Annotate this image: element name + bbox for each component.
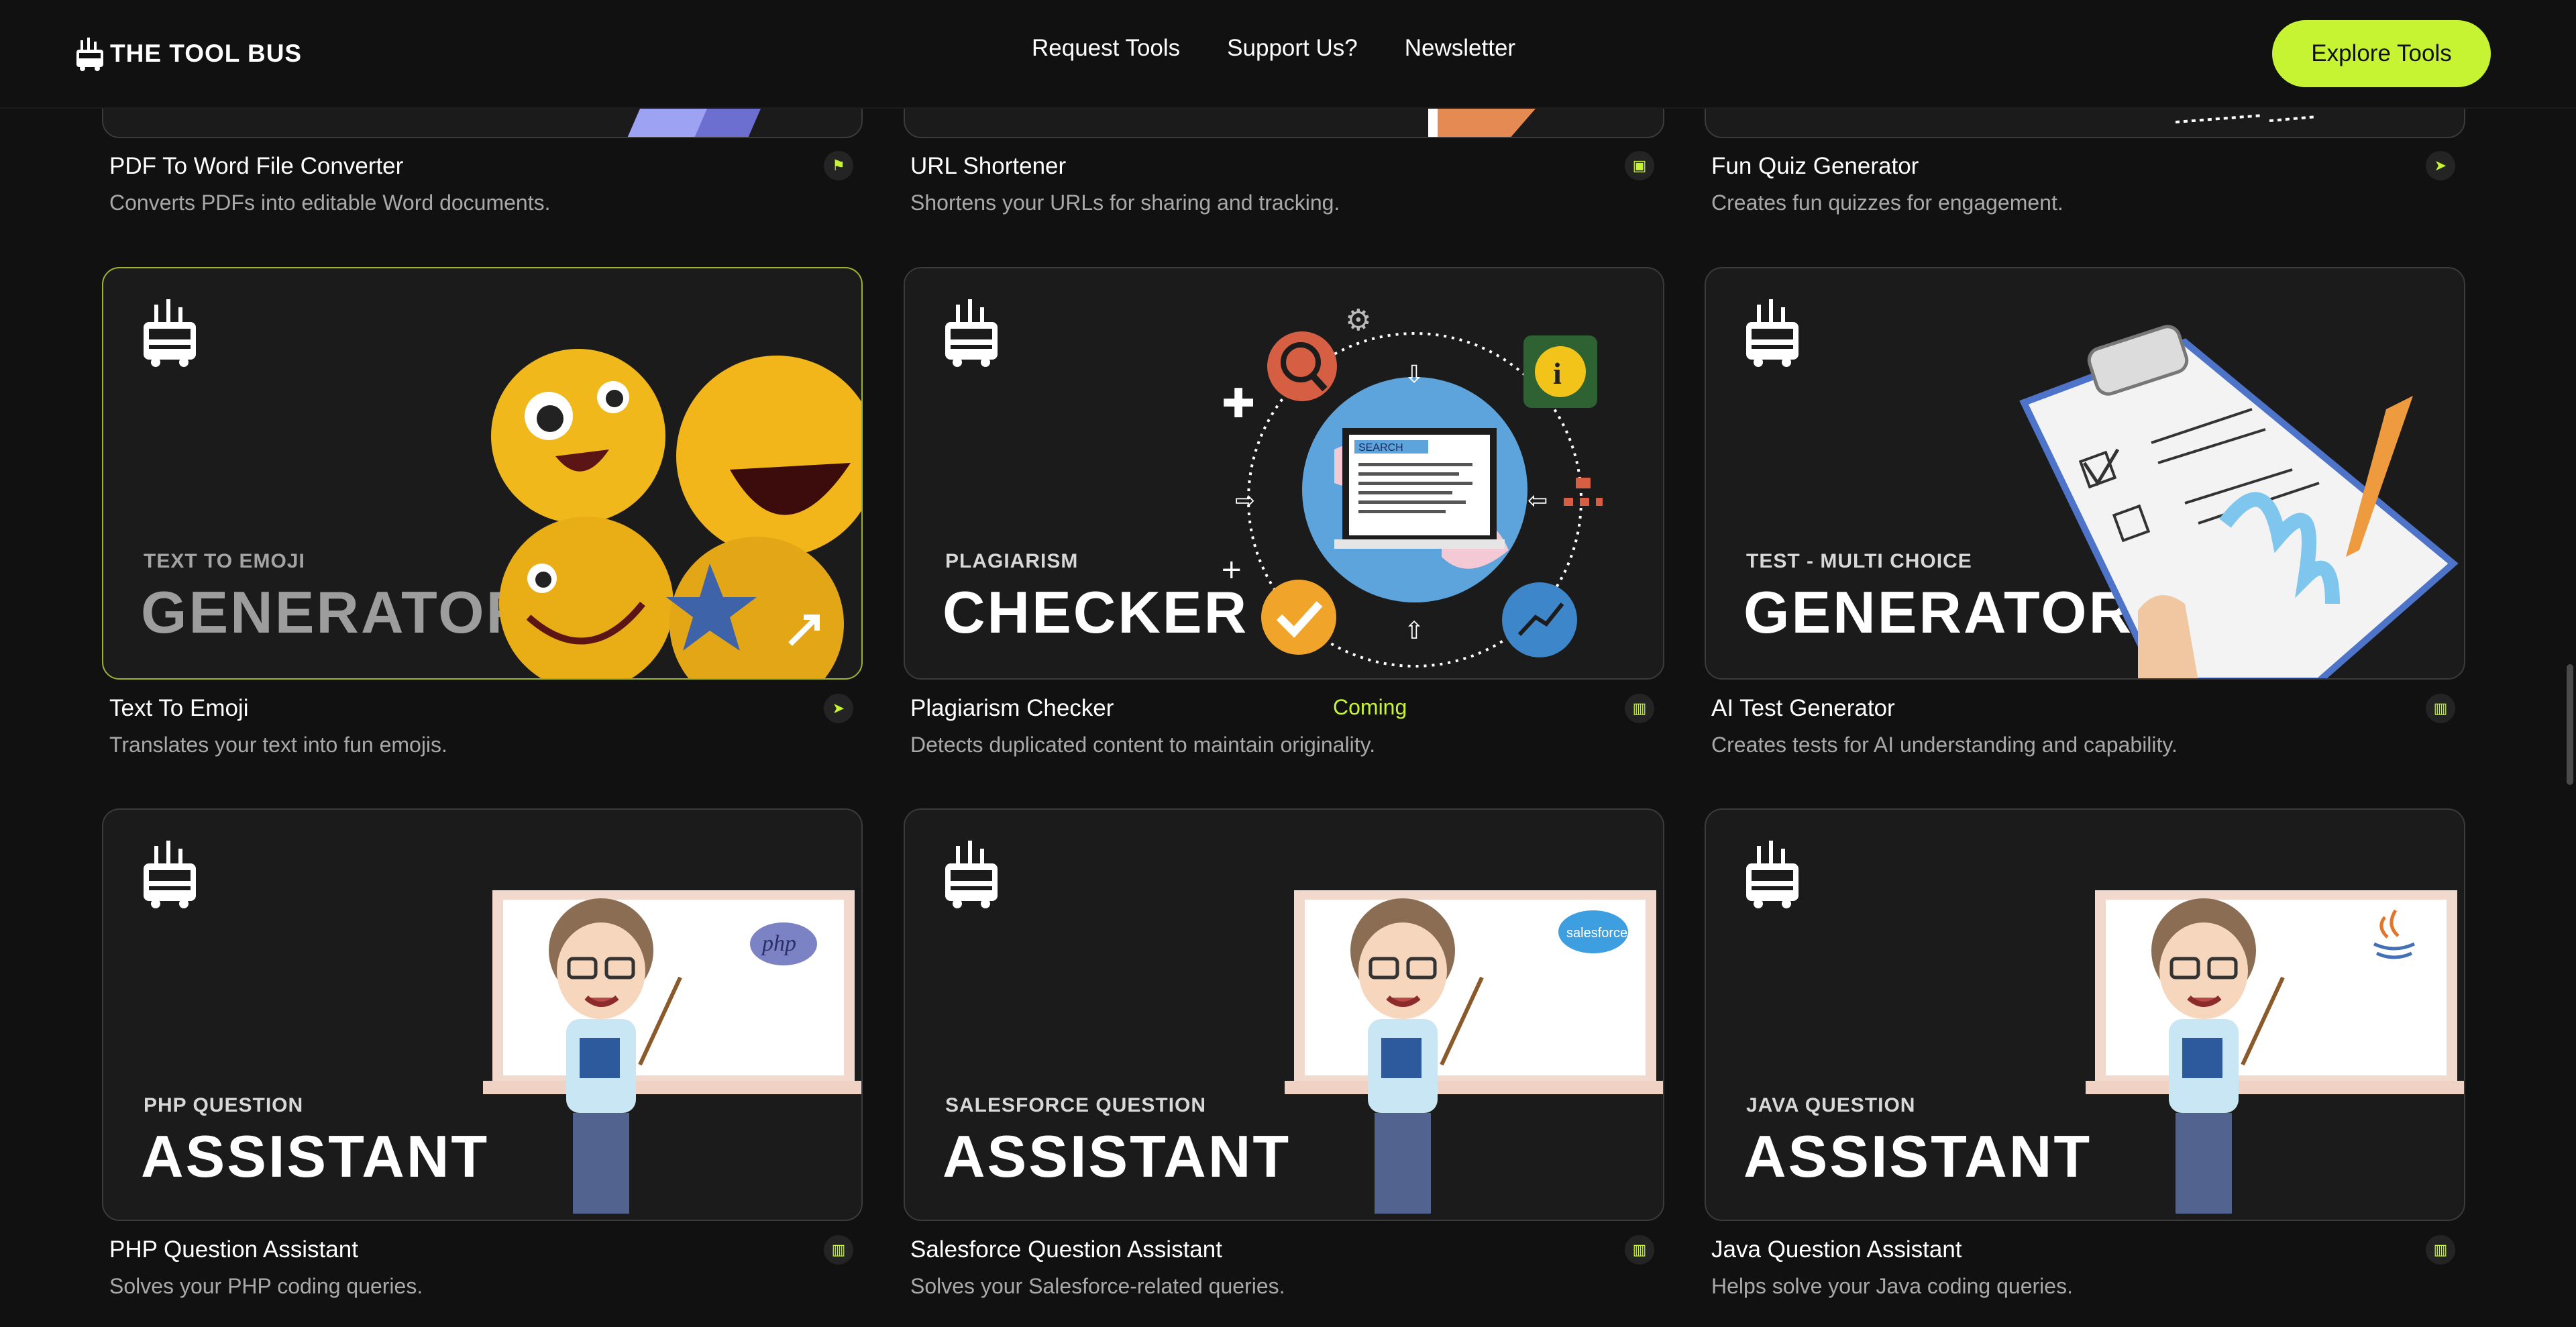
tool-card-description: Solves your Salesforce-related queries. — [910, 1274, 1285, 1298]
tool-card-image[interactable]: PHP QUESTION ASSISTANT php — [102, 808, 863, 1221]
tool-card-description: Creates fun quizzes for engagement. — [1711, 191, 2063, 215]
card-art-subtitle: PLAGIARISM — [945, 550, 1079, 572]
bus-logo-icon — [1746, 841, 1799, 908]
site-header: THE TOOL BUS Request Tools Support Us? N… — [0, 0, 2576, 109]
site-logo[interactable]: THE TOOL BUS — [74, 32, 302, 75]
tool-card-image[interactable]: JAVA QUESTION ASSISTANT — [1705, 808, 2465, 1221]
svg-text:⇦: ⇦ — [1527, 487, 1548, 515]
bus-logo-icon — [144, 299, 196, 367]
flag-icon: ⚑ — [824, 151, 853, 180]
tool-card-image[interactable]: TEXT TO EMOJI GENERATOR — [102, 267, 863, 680]
logo-wordmark: THE TOOL BUS — [110, 40, 303, 67]
card-art-heading: GENERATOR — [141, 579, 531, 645]
svg-text:⇨: ⇨ — [1235, 487, 1255, 515]
chart-icon: ▥ — [1625, 1235, 1654, 1265]
nav-newsletter[interactable]: Newsletter — [1405, 35, 1515, 62]
tool-card-title[interactable]: Salesforce Question Assistant — [910, 1236, 1222, 1263]
svg-text:i: i — [1553, 356, 1562, 390]
search-label: SEARCH — [1358, 442, 1403, 454]
teacher-artwork: salesforce — [1285, 890, 1663, 1214]
bus-logo-icon — [1746, 299, 1799, 367]
tool-card-description: Shortens your URLs for sharing and track… — [910, 191, 1340, 215]
tool-card-title[interactable]: Fun Quiz Generator — [1711, 153, 1919, 180]
chart-icon: ▥ — [1625, 694, 1654, 723]
svg-text:⇩: ⇩ — [1404, 361, 1424, 388]
nav-support-us[interactable]: Support Us? — [1227, 35, 1358, 62]
paper-plane-icon: ➤ — [824, 694, 853, 723]
tool-card-description: Helps solve your Java coding queries. — [1711, 1274, 2073, 1298]
card-art-subtitle: TEXT TO EMOJI — [144, 550, 305, 572]
teacher-artwork — [2086, 890, 2464, 1214]
tool-card-title[interactable]: URL Shortener — [910, 153, 1066, 180]
briefcase-icon: ▣ — [1625, 151, 1654, 180]
tool-card-image[interactable]: PLAGIARISM CHECKER SEARCH i ⚙ ✚ + ⇩ ⇨ ⇦ … — [904, 267, 1664, 680]
card-art-subtitle: TEST - MULTI CHOICE — [1746, 550, 1972, 572]
card-art-subtitle: JAVA QUESTION — [1746, 1094, 1916, 1116]
bus-logo-icon — [945, 841, 998, 908]
page-scrollbar[interactable] — [2567, 664, 2573, 785]
svg-text:✚: ✚ — [1222, 380, 1255, 427]
chart-icon: ▥ — [2426, 1235, 2455, 1265]
paper-plane-icon: ➤ — [2426, 151, 2455, 180]
card-art-subtitle: PHP QUESTION — [144, 1094, 304, 1116]
card-art-heading: ASSISTANT — [141, 1123, 490, 1189]
card-art-heading: ASSISTANT — [943, 1123, 1291, 1189]
tool-card-title[interactable]: Java Question Assistant — [1711, 1236, 1962, 1263]
board-logo-text: salesforce — [1566, 926, 1627, 941]
tool-card-description: Creates tests for AI understanding and c… — [1711, 733, 2178, 757]
tool-card-image[interactable]: SALESFORCE QUESTION ASSISTANT salesforce — [904, 808, 1664, 1221]
tool-card-title[interactable]: PHP Question Assistant — [109, 1236, 358, 1263]
tool-card-description: Solves your PHP coding queries. — [109, 1274, 423, 1298]
chart-icon: ▥ — [824, 1235, 853, 1265]
nav-request-tools[interactable]: Request Tools — [1032, 35, 1180, 62]
explore-tools-button[interactable]: Explore Tools — [2272, 20, 2491, 87]
clipboard-artwork — [2019, 325, 2459, 678]
svg-text:⚙: ⚙ — [1345, 303, 1371, 337]
tool-card-description: Converts PDFs into editable Word documen… — [109, 191, 551, 215]
tool-card-title[interactable]: PDF To Word File Converter — [109, 153, 403, 180]
main-nav: Request Tools Support Us? Newsletter — [1032, 35, 1515, 62]
tool-card-description: Translates your text into fun emojis. — [109, 733, 447, 757]
emoji-artwork — [491, 349, 861, 678]
tool-card-title[interactable]: Text To Emoji — [109, 695, 249, 722]
plagiarism-artwork: SEARCH i ⚙ ✚ + ⇩ ⇨ ⇦ ⇧ — [1220, 303, 1603, 668]
board-logo-text: php — [761, 931, 796, 956]
bus-logo-icon — [945, 299, 998, 367]
chart-icon: ▥ — [2426, 694, 2455, 723]
tool-card-title[interactable]: Plagiarism Checker — [910, 695, 1114, 722]
tool-card-description: Detects duplicated content to maintain o… — [910, 733, 1376, 757]
bus-logo-icon — [76, 38, 103, 71]
svg-text:⇧: ⇧ — [1404, 617, 1424, 645]
bus-logo-icon — [144, 841, 196, 908]
card-art-heading: ASSISTANT — [1743, 1123, 2092, 1189]
tool-card-title[interactable]: AI Test Generator — [1711, 695, 1895, 722]
teacher-artwork: php — [483, 890, 861, 1214]
coming-badge: Coming — [1333, 695, 1407, 719]
svg-text:+: + — [1220, 554, 1243, 585]
tool-card-image[interactable]: TEST - MULTI CHOICE GENERATOR — [1705, 267, 2465, 680]
card-art-subtitle: SALESFORCE QUESTION — [945, 1094, 1207, 1116]
